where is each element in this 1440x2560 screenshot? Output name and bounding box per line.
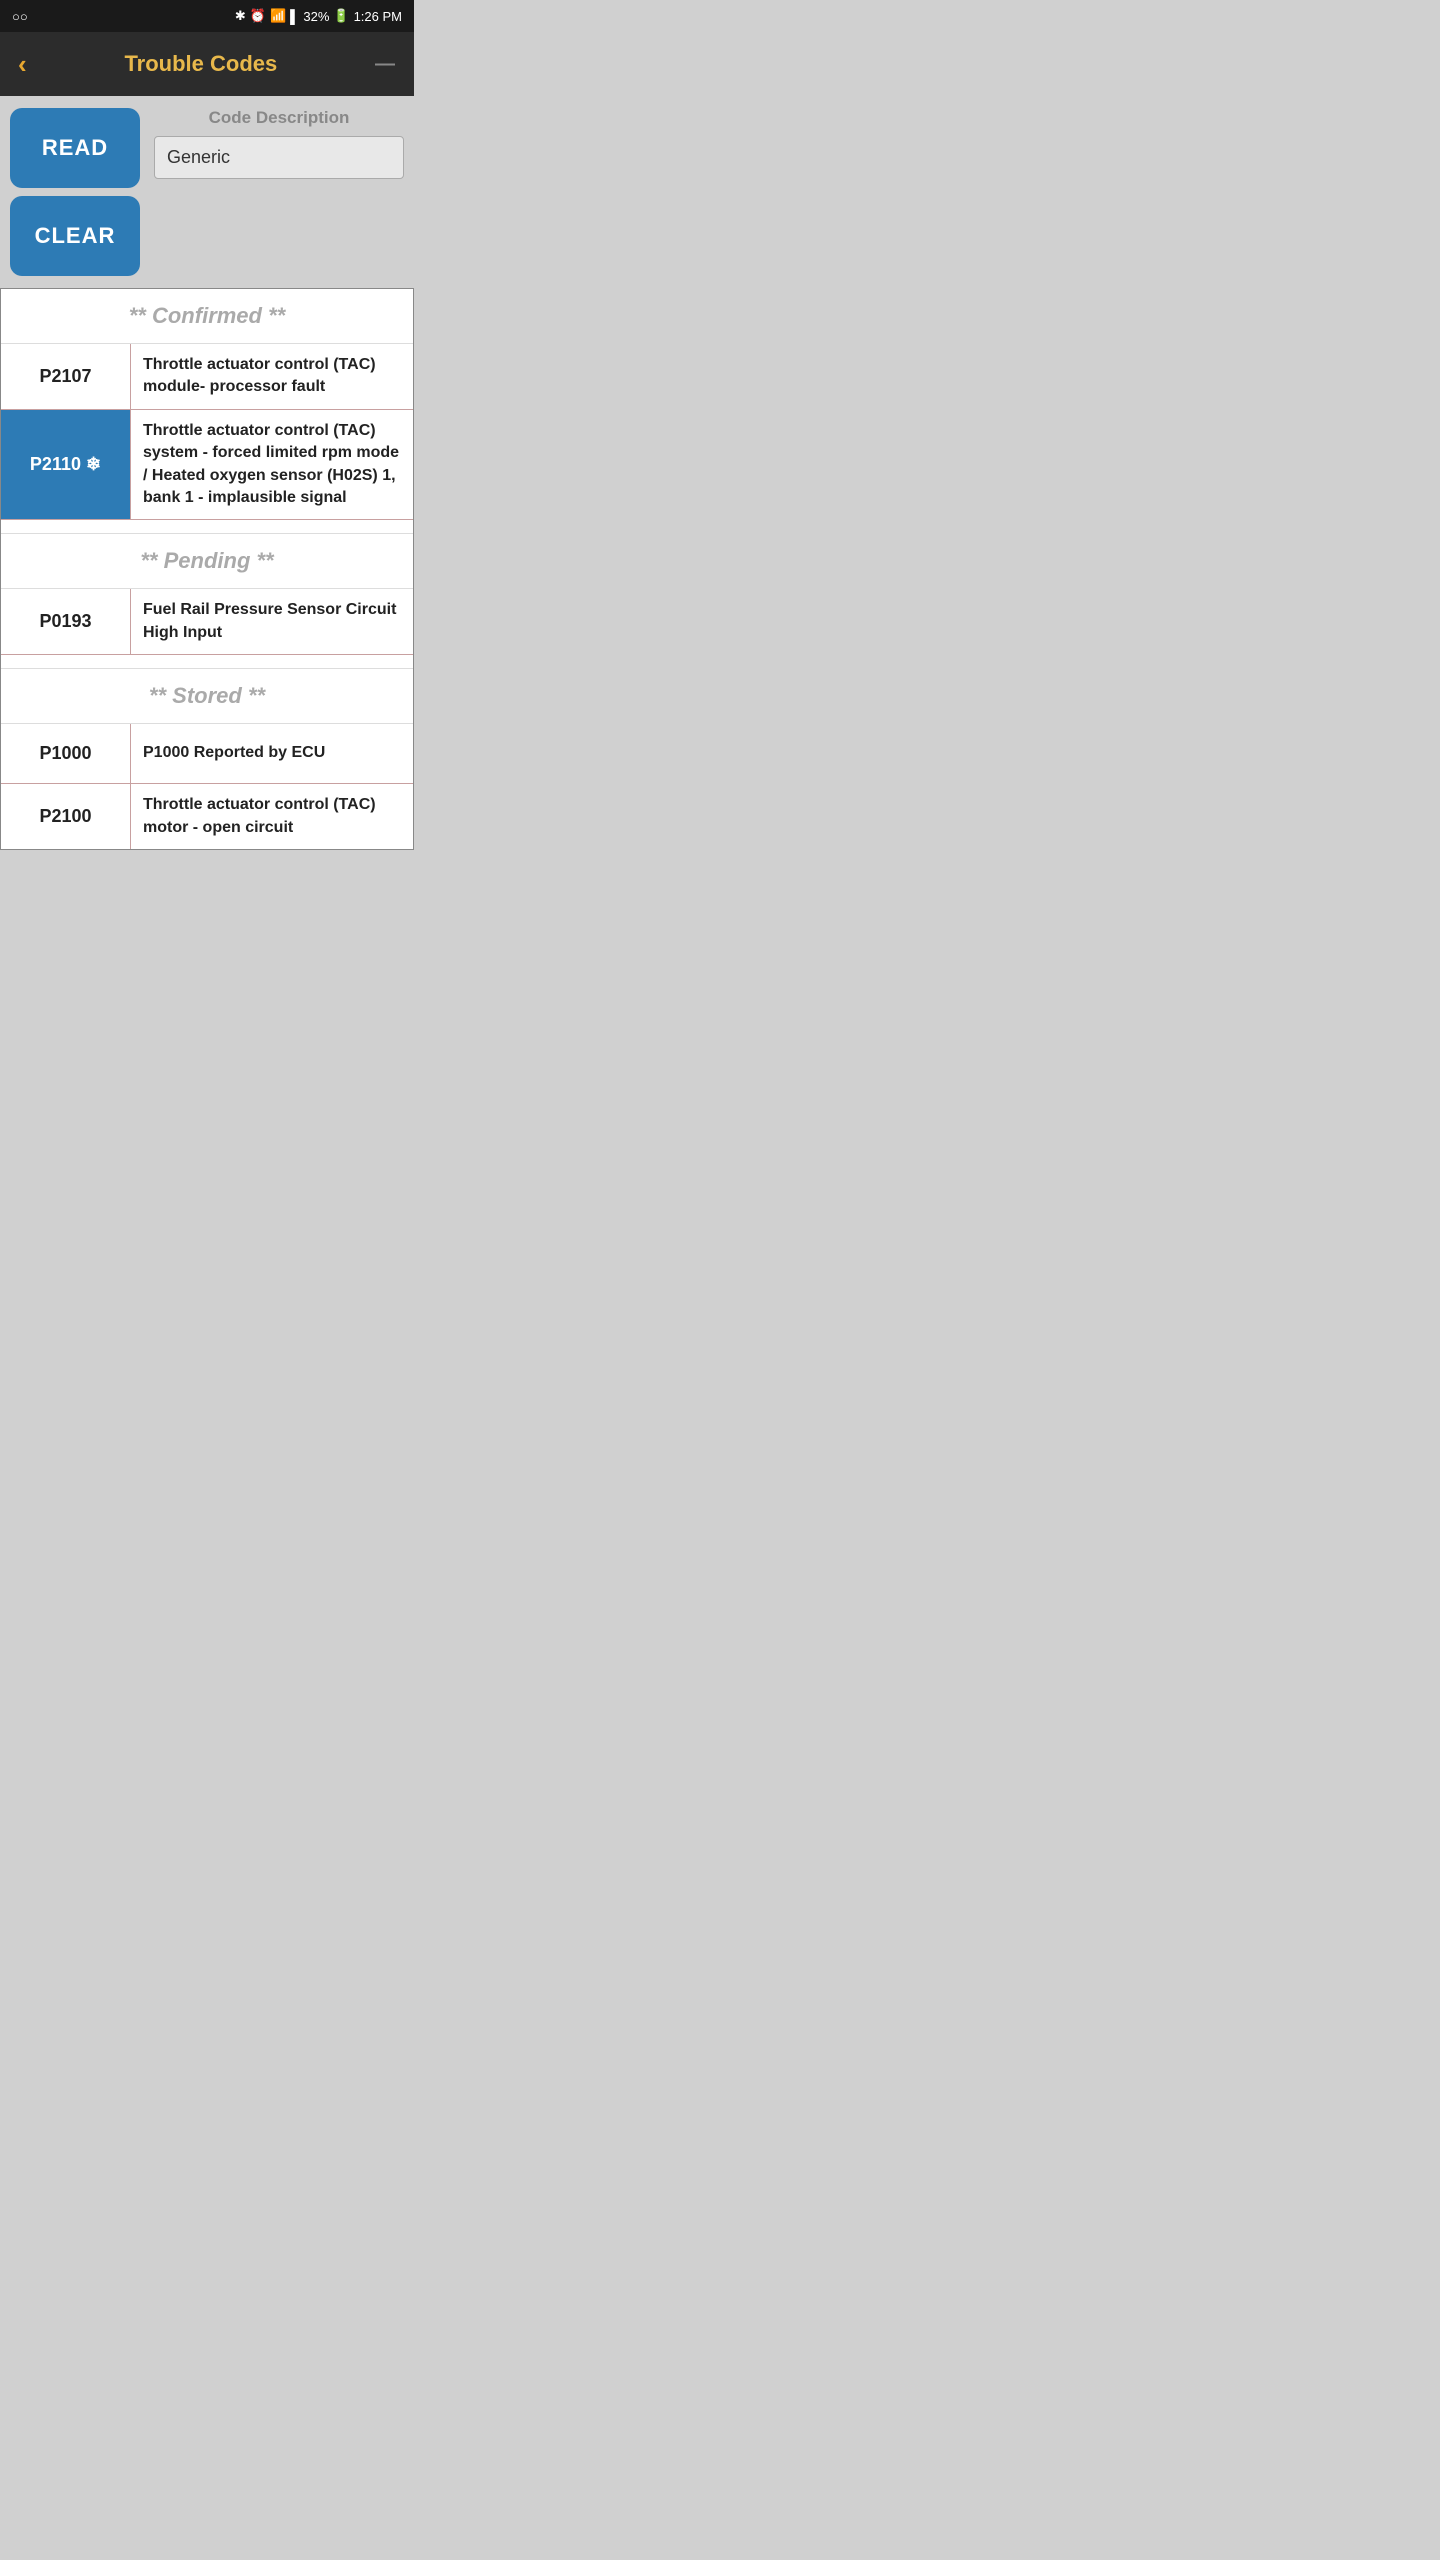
code-cell: P2107 [1,344,131,409]
time-label: 1:26 PM [354,9,402,24]
status-left: ○○ [12,9,28,24]
status-bar: ○○ ✱ ⏰ 📶 ▌ 32% 🔋 1:26 PM [0,0,414,32]
status-icons: ○○ [12,9,28,24]
status-right: ✱ ⏰ 📶 ▌ 32% 🔋 1:26 PM [235,8,402,24]
read-button[interactable]: READ [10,108,140,188]
section-gap [1,655,413,669]
wifi-icon: 📶 [270,8,286,24]
battery-icon: 🔋 [333,8,349,24]
code-cell: P1000 [1,724,131,783]
table-row[interactable]: P2110 ❄ Throttle actuator control (TAC) s… [1,410,413,521]
menu-button[interactable]: — [375,53,396,76]
code-description-label: Code Description [154,108,404,128]
alarm-icon: ⏰ [250,8,266,24]
code-description-area: Code Description [154,108,404,179]
action-buttons: READ CLEAR [10,108,140,276]
table-row[interactable]: P2107Throttle actuator control (TAC) mod… [1,344,413,410]
description-cell: Throttle actuator control (TAC) system -… [131,410,413,520]
back-button[interactable]: ‹ [18,51,27,77]
code-cell: P2110 ❄ [1,410,131,520]
description-cell: Fuel Rail Pressure Sensor Circuit High I… [131,589,413,654]
table-row[interactable]: P1000P1000 Reported by ECU [1,724,413,784]
description-cell: P1000 Reported by ECU [131,724,413,783]
bluetooth-icon: ✱ [235,8,246,24]
table-row[interactable]: P0193Fuel Rail Pressure Sensor Circuit H… [1,589,413,655]
app-header: ‹ Trouble Codes — [0,32,414,96]
signal-icon: ▌ [290,9,299,24]
code-cell: P0193 [1,589,131,654]
code-cell: P2100 [1,784,131,849]
clear-button[interactable]: CLEAR [10,196,140,276]
section-header-stored: ** Stored ** [1,669,413,724]
description-cell: Throttle actuator control (TAC) motor - … [131,784,413,849]
page-title: Trouble Codes [35,51,367,77]
trouble-codes-table: ** Confirmed **P2107Throttle actuator co… [0,288,414,850]
section-header-pending: ** Pending ** [1,534,413,589]
top-controls: READ CLEAR Code Description [0,96,414,288]
section-gap [1,520,413,534]
description-cell: Throttle actuator control (TAC) module- … [131,344,413,409]
battery-label: 32% [303,9,329,24]
table-row[interactable]: P2100Throttle actuator control (TAC) mot… [1,784,413,849]
code-value: P2110 ❄ [30,454,101,475]
section-header-confirmed: ** Confirmed ** [1,289,413,344]
code-description-input[interactable] [154,136,404,179]
